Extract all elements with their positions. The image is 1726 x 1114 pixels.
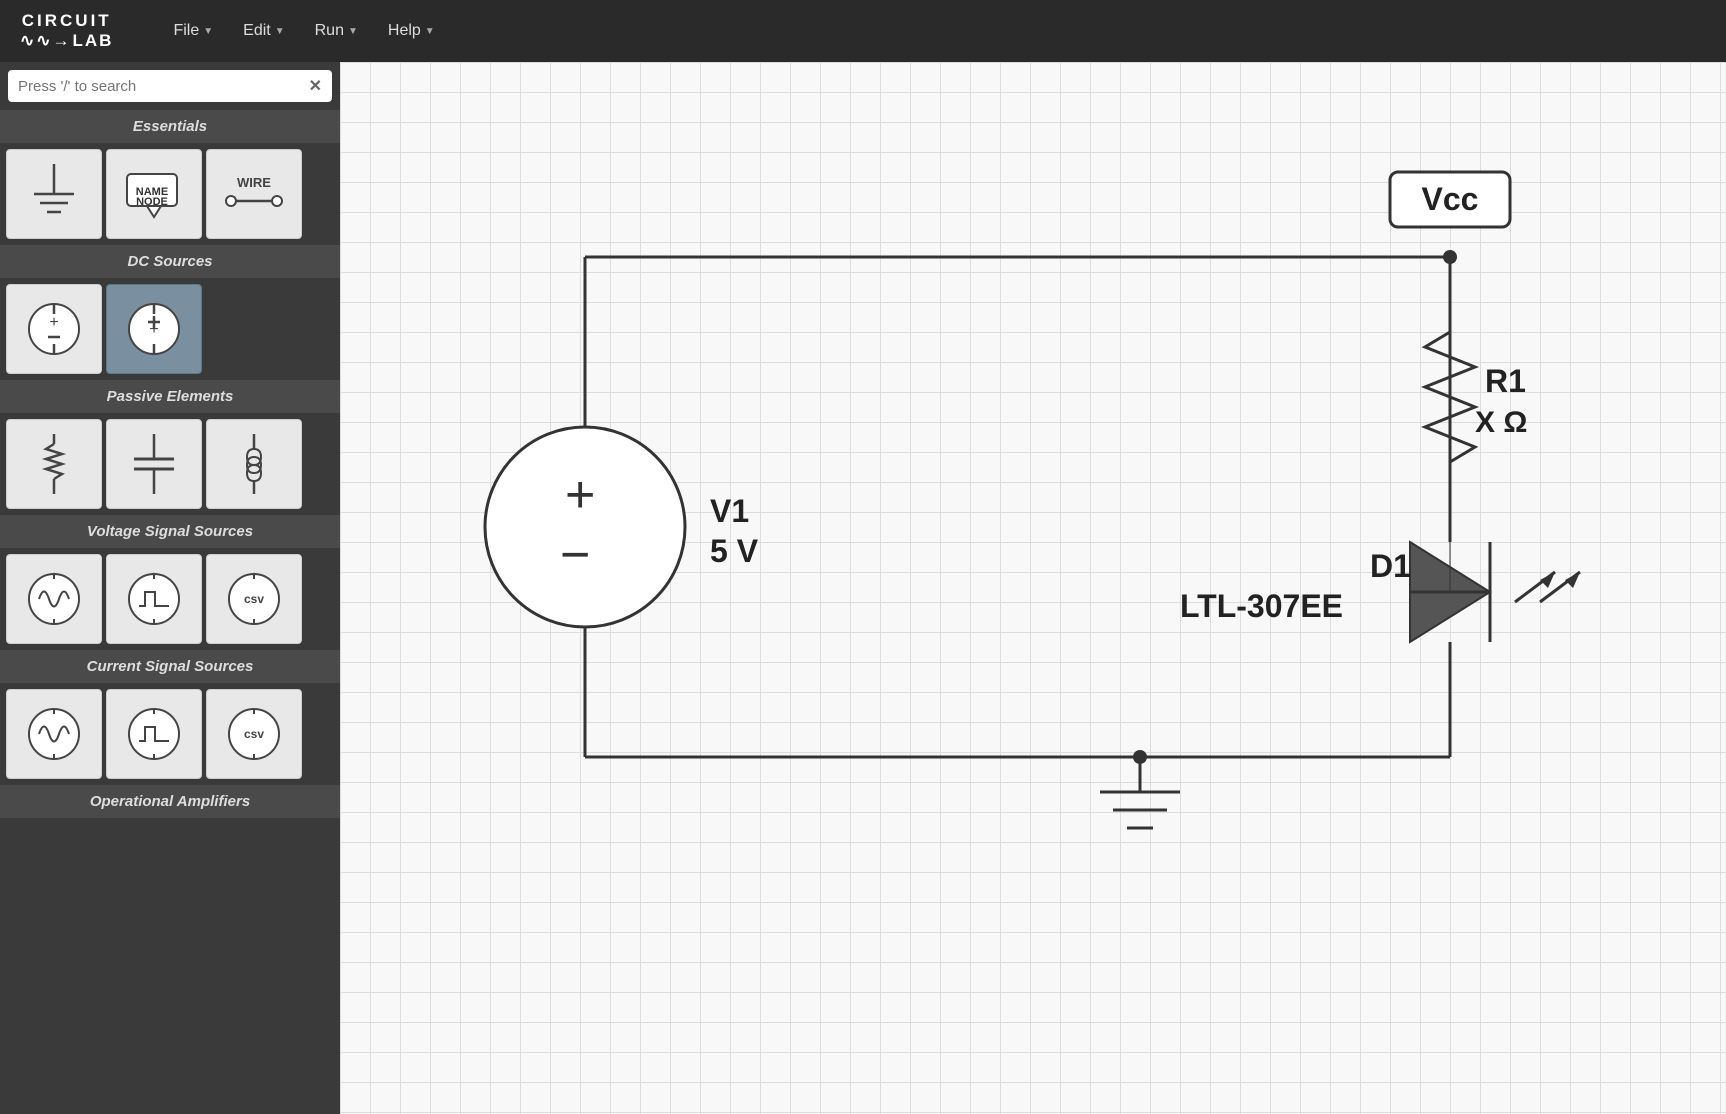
current-ac-icon — [19, 699, 89, 769]
component-voltage-csv[interactable]: csv + — [206, 554, 302, 644]
capacitor-icon — [119, 429, 189, 499]
current-csv-icon: csv — [219, 699, 289, 769]
circuit-canvas: Vcc + − V1 5 V — [340, 62, 1726, 1114]
logo-wave-icon: ∿∿→ — [20, 31, 72, 51]
component-current-csv[interactable]: csv — [206, 689, 302, 779]
component-resistor[interactable] — [6, 419, 102, 509]
component-voltage-pulse[interactable]: + — [106, 554, 202, 644]
svg-text:+: + — [565, 466, 595, 524]
wire-icon: WIRE — [219, 159, 289, 229]
svg-text:csv: csv — [244, 592, 264, 606]
ground-icon — [19, 159, 89, 229]
voltage-pulse-icon: + — [119, 564, 189, 634]
inductor-icon — [219, 429, 289, 499]
component-name-node[interactable]: NAME NODE — [106, 149, 202, 239]
section-voltage-signal-header: Voltage Signal Sources — [0, 515, 340, 548]
section-current-signal-header: Current Signal Sources — [0, 650, 340, 683]
section-passive-header: Passive Elements — [0, 380, 340, 413]
svg-text:csv: csv — [244, 727, 264, 741]
nav-file-arrow: ▼ — [203, 26, 213, 37]
component-current-ac[interactable] — [6, 689, 102, 779]
svg-text:WIRE: WIRE — [237, 175, 271, 190]
name-node-icon: NAME NODE — [119, 159, 189, 229]
nav-edit[interactable]: Edit ▼ — [233, 16, 294, 46]
search-clear-button[interactable]: ✕ — [309, 76, 322, 96]
component-current-dc[interactable]: + — [106, 284, 202, 374]
nav-edit-arrow: ▼ — [275, 26, 285, 37]
voltage-ac-icon: + — [19, 564, 89, 634]
r1-label: R1 — [1485, 363, 1526, 399]
passive-grid — [0, 413, 340, 515]
current-pulse-icon — [119, 699, 189, 769]
resistor-icon — [19, 429, 89, 499]
svg-text:+: + — [51, 570, 56, 580]
component-ground[interactable] — [6, 149, 102, 239]
svg-text:+: + — [49, 314, 58, 331]
svg-text:+: + — [151, 570, 156, 580]
voltage-signal-grid: + + csv + — [0, 548, 340, 650]
nav-run-arrow: ▼ — [348, 26, 358, 37]
svg-text:NODE: NODE — [136, 196, 168, 208]
current-signal-grid: csv — [0, 683, 340, 785]
component-inductor[interactable] — [206, 419, 302, 509]
current-dc-icon: + — [119, 294, 189, 364]
svg-text:+: + — [251, 570, 256, 580]
v1-value: 5 V — [710, 533, 759, 569]
component-capacitor[interactable] — [106, 419, 202, 509]
section-opamp-header: Operational Amplifiers — [0, 785, 340, 818]
nav-help[interactable]: Help ▼ — [378, 16, 445, 46]
voltage-csv-icon: csv + — [219, 564, 289, 634]
nav-menu: File ▼ Edit ▼ Run ▼ Help ▼ — [163, 16, 444, 46]
search-input[interactable] — [18, 78, 301, 95]
opamp-grid — [0, 818, 340, 830]
d1-label: D1 — [1370, 548, 1411, 584]
logo: CIRCUIT ∿∿→ LAB — [20, 11, 113, 51]
navbar: CIRCUIT ∿∿→ LAB File ▼ Edit ▼ Run ▼ Help… — [0, 0, 1726, 62]
component-wire[interactable]: WIRE — [206, 149, 302, 239]
nav-run[interactable]: Run ▼ — [305, 16, 368, 46]
search-bar[interactable]: ✕ — [8, 70, 332, 102]
component-current-pulse[interactable] — [106, 689, 202, 779]
canvas-area[interactable]: Vcc + − V1 5 V — [340, 62, 1726, 1114]
r1-value: X Ω — [1475, 406, 1527, 439]
vcc-label: Vcc — [1422, 181, 1479, 217]
logo-lab: ∿∿→ LAB — [20, 31, 113, 51]
component-voltage-ac[interactable]: + — [6, 554, 102, 644]
dc-grid: + + — [0, 278, 340, 380]
component-voltage-dc[interactable]: + — [6, 284, 102, 374]
section-dc-header: DC Sources — [0, 245, 340, 278]
logo-circuit: CIRCUIT — [22, 11, 112, 31]
voltage-dc-icon: + — [19, 294, 89, 364]
nav-file[interactable]: File ▼ — [163, 16, 223, 46]
v1-label: V1 — [710, 493, 749, 529]
nav-help-arrow: ▼ — [425, 26, 435, 37]
essentials-grid: NAME NODE WIRE — [0, 143, 340, 245]
section-essentials-header: Essentials — [0, 110, 340, 143]
d1-part: LTL-307EE — [1180, 588, 1343, 624]
sidebar: ✕ Essentials NAME NODE WIRE — [0, 62, 340, 1114]
svg-text:−: − — [560, 526, 590, 584]
